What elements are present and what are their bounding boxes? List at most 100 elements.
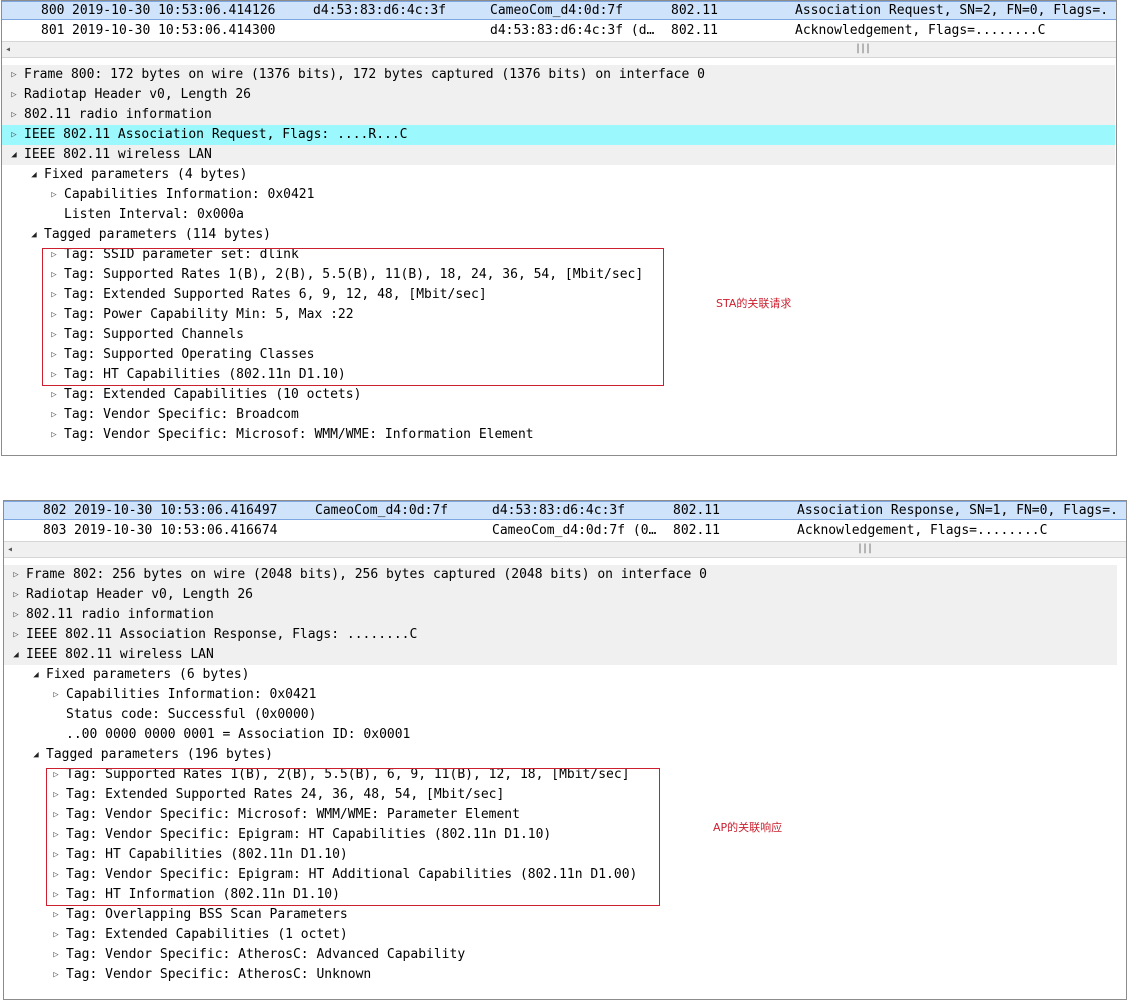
tree-node[interactable]: ..00 0000 0000 0001 = Association ID: 0x… [4,725,1117,745]
collapsed-triangle-icon[interactable]: ▷ [11,565,21,585]
collapsed-triangle-icon[interactable]: ▷ [49,185,59,205]
tree-node[interactable]: ▷ 802.11 radio information [4,605,1117,625]
scroll-left-arrow-icon[interactable]: ◂ [7,542,13,557]
tree-node[interactable]: ◢ Fixed parameters (6 bytes) [4,665,1117,685]
tree-node-label: Fixed parameters (4 bytes) [44,167,248,182]
tree-node-label: Tagged parameters (114 bytes) [44,227,271,242]
packet-info: Association Request, SN=2, FN=0, Flags=. [795,3,1109,18]
collapsed-triangle-icon[interactable]: ▷ [11,585,21,605]
tree-node[interactable]: ▷ Radiotap Header v0, Length 26 [4,585,1117,605]
packet-protocol: 802.11 [671,3,718,18]
packet-source: d4:53:83:d6:4c:3f [313,3,447,18]
tree-node-label: IEEE 802.11 Association Request, Flags: … [24,127,408,142]
packet-time: 2019-10-30 10:53:06.414126 [72,3,276,18]
tree-node-label: Radiotap Header v0, Length 26 [24,87,251,102]
packet-no: 803 [43,523,67,538]
expanded-triangle-icon[interactable]: ◢ [29,225,39,245]
collapsed-triangle-icon[interactable]: ▷ [9,65,19,85]
packet-info: Acknowledgement, Flags=........C [795,23,1046,38]
collapsed-triangle-icon[interactable]: ▷ [51,925,61,945]
tree-node[interactable]: ▷ Tag: Extended Capabilities (1 octet) [4,925,1117,945]
tree-node[interactable]: ▷ Tag: Vendor Specific: Broadcom [2,405,1115,425]
tree-node[interactable]: ◢ Tagged parameters (114 bytes) [2,225,1115,245]
tree-node[interactable]: Listen Interval: 0x000a [2,205,1115,225]
tree-node-label: Radiotap Header v0, Length 26 [26,587,253,602]
tree-node[interactable]: ▷ Capabilities Information: 0x0421 [2,185,1115,205]
collapsed-triangle-icon[interactable]: ▷ [9,85,19,105]
collapsed-triangle-icon[interactable]: ▷ [51,685,61,705]
tree-node-label: Status code: Successful (0x0000) [66,707,317,722]
tree-node-label: 802.11 radio information [26,607,214,622]
packet-destination: CameoCom_d4:0d:7f [490,3,624,18]
tree-node-label: Tag: Vendor Specific: Microsof: WMM/WME:… [64,427,534,442]
tree-node-label: Tag: Extended Capabilities (10 octets) [64,387,362,402]
packet-destination: d4:53:83:d6:4c:3f [492,503,626,518]
tree-node-label: Tag: Vendor Specific: AtherosC: Advanced… [66,947,466,962]
tree-node[interactable]: ▷ IEEE 802.11 Association Request, Flags:… [2,125,1115,145]
tree-node-label: IEEE 802.11 wireless LAN [24,147,212,162]
tree-node-label: Tag: Vendor Specific: Broadcom [64,407,299,422]
highlight-box-response-tags [46,768,660,906]
tree-node[interactable]: ▷ IEEE 802.11 Association Response, Flags… [4,625,1117,645]
packet-row-802[interactable]: 802 2019-10-30 10:53:06.416497 CameoCom_… [4,501,1126,520]
tree-node[interactable]: ◢ IEEE 802.11 wireless LAN [2,145,1115,165]
tree-node[interactable]: ▷ Tag: Overlapping BSS Scan Parameters [4,905,1117,925]
tree-node[interactable]: ▷ Frame 800: 172 bytes on wire (1376 bits… [2,65,1115,85]
scroll-thumb-grip-icon[interactable]: ||| [857,542,873,555]
packet-row-800[interactable]: 800 2019-10-30 10:53:06.414126 d4:53:83:… [2,1,1116,20]
tree-node[interactable]: ◢ Fixed parameters (4 bytes) [2,165,1115,185]
tree-node[interactable]: ▷ Frame 802: 256 bytes on wire (2048 bits… [4,565,1117,585]
tree-node-label: IEEE 802.11 Association Response, Flags:… [26,627,418,642]
expanded-triangle-icon[interactable]: ◢ [31,745,41,765]
tree-node-label: Fixed parameters (6 bytes) [46,667,250,682]
expanded-triangle-icon[interactable]: ◢ [9,145,19,165]
tree-node[interactable]: ◢ IEEE 802.11 wireless LAN [4,645,1117,665]
tree-node-label: Frame 802: 256 bytes on wire (2048 bits)… [26,567,707,582]
highlight-box-request-tags [42,248,664,386]
packet-time: 2019-10-30 10:53:06.416674 [74,523,278,538]
packet-no: 802 [43,503,67,518]
packet-protocol: 802.11 [671,23,718,38]
tree-node-label: Tag: Vendor Specific: AtherosC: Unknown [66,967,372,982]
collapsed-triangle-icon[interactable]: ▷ [51,965,61,985]
tree-node[interactable]: ▷ Capabilities Information: 0x0421 [4,685,1117,705]
scroll-left-arrow-icon[interactable]: ◂ [5,42,11,57]
collapsed-triangle-icon[interactable]: ▷ [9,105,19,125]
scroll-thumb-grip-icon[interactable]: ||| [855,42,871,55]
tree-node-label: Listen Interval: 0x000a [64,207,245,222]
tree-node-label: ..00 0000 0000 0001 = Association ID: 0x… [66,727,411,742]
collapsed-triangle-icon[interactable]: ▷ [49,425,59,445]
collapsed-triangle-icon[interactable]: ▷ [11,605,21,625]
packet-row-801[interactable]: 801 2019-10-30 10:53:06.414300 d4:53:83:… [2,21,1116,40]
packet-time: 2019-10-30 10:53:06.414300 [72,23,276,38]
collapsed-triangle-icon[interactable]: ▷ [51,945,61,965]
collapsed-triangle-icon[interactable]: ▷ [49,405,59,425]
tree-node[interactable]: ▷ 802.11 radio information [2,105,1115,125]
tree-node-label: Capabilities Information: 0x0421 [66,687,317,702]
packet-info: Association Response, SN=1, FN=0, Flags=… [797,503,1118,518]
expanded-triangle-icon[interactable]: ◢ [29,165,39,185]
collapsed-triangle-icon[interactable]: ▷ [9,125,19,145]
packet-row-803[interactable]: 803 2019-10-30 10:53:06.416674 CameoCom_… [4,521,1126,540]
tree-node[interactable]: ◢ Tagged parameters (196 bytes) [4,745,1117,765]
horizontal-scrollbar[interactable]: ◂ ||| [2,41,1116,58]
packet-destination: d4:53:83:d6:4c:3f (d… [490,23,655,38]
tree-node[interactable]: Status code: Successful (0x0000) [4,705,1117,725]
tree-node-label: Tag: Extended Capabilities (1 octet) [66,927,348,942]
tree-node[interactable]: ▷ Tag: Vendor Specific: Microsof: WMM/WME… [2,425,1115,445]
collapsed-triangle-icon[interactable]: ▷ [49,385,59,405]
tree-node[interactable]: ▷ Radiotap Header v0, Length 26 [2,85,1115,105]
tree-node[interactable]: ▷ Tag: Vendor Specific: AtherosC: Unknown [4,965,1117,985]
expanded-triangle-icon[interactable]: ◢ [11,645,21,665]
packet-source: CameoCom_d4:0d:7f [315,503,449,518]
tree-node[interactable]: ▷ Tag: Extended Capabilities (10 octets) [2,385,1115,405]
packet-protocol: 802.11 [673,503,720,518]
horizontal-scrollbar[interactable]: ◂ ||| [4,541,1126,558]
collapsed-triangle-icon[interactable]: ▷ [51,905,61,925]
tree-node[interactable]: ▷ Tag: Vendor Specific: AtherosC: Advance… [4,945,1117,965]
expanded-triangle-icon[interactable]: ◢ [31,665,41,685]
collapsed-triangle-icon[interactable]: ▷ [11,625,21,645]
packet-no: 801 [41,23,65,38]
packet-protocol: 802.11 [673,523,720,538]
tree-node-label: IEEE 802.11 wireless LAN [26,647,214,662]
